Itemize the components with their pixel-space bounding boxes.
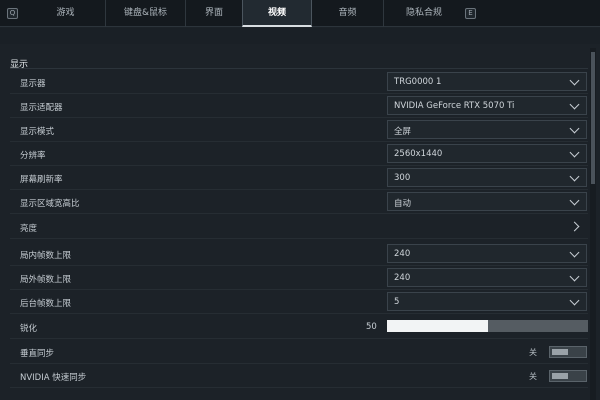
refresh-rate-dropdown[interactable]: 300 [387,168,587,187]
fps-in-match-dropdown[interactable]: 240 [387,244,587,263]
aspect-ratio-dropdown[interactable]: 自动 [387,192,587,211]
setting-row-nvidia-fast-sync: NVIDIA 快速同步 关 [10,364,588,388]
scrollbar[interactable] [590,48,596,400]
chevron-down-icon [569,123,580,134]
tab-game[interactable]: 游戏 [26,0,106,27]
chevron-right-icon[interactable] [569,221,580,232]
toggle-state: 关 [529,348,537,357]
setting-label: 锐化 [20,324,38,334]
setting-label: 显示器 [20,79,46,89]
vsync-toggle[interactable] [549,346,587,358]
resolution-dropdown[interactable]: 2560x1440 [387,144,587,163]
setting-label: NVIDIA 快速同步 [20,373,87,383]
setting-label: 显示模式 [20,127,55,137]
setting-row-vsync: 垂直同步 关 [10,340,588,364]
setting-label: 后台帧数上限 [20,299,72,309]
setting-row-sharpen: 锐化 50 [10,315,588,339]
nvidia-fast-sync-toggle[interactable] [549,370,587,382]
prev-tab-key-icon[interactable]: Q [7,8,18,19]
chevron-down-icon [569,147,580,158]
fps-out-match-dropdown[interactable]: 240 [387,268,587,287]
sub-bar [0,28,600,44]
dropdown-value: 240 [394,273,411,283]
toggle-state: 关 [529,372,537,381]
setting-row-monitor: 显示器 TRG0000 1 [10,70,588,94]
sharpen-value: 50 [366,322,377,332]
setting-label: 屏幕刷新率 [20,175,63,185]
setting-label: 亮度 [20,224,38,234]
setting-label: 局外帧数上限 [20,275,72,285]
section-divider [10,68,588,69]
tab-audio[interactable]: 音频 [312,0,384,27]
dropdown-value: NVIDIA GeForce RTX 5070 Ti [394,101,515,111]
slider-fill [387,320,488,332]
setting-label: 垂直同步 [20,349,55,359]
setting-label: 显示区域宽高比 [20,199,80,209]
setting-row-display-mode: 显示模式 全屏 [10,118,588,142]
adapter-dropdown[interactable]: NVIDIA GeForce RTX 5070 Ti [387,96,587,115]
toggle-knob [552,373,568,379]
setting-row-aspect-ratio: 显示区域宽高比 自动 [10,190,588,214]
setting-row-refresh-rate: 屏幕刷新率 300 [10,166,588,190]
chevron-down-icon [569,295,580,306]
tab-keyboard-mouse[interactable]: 键盘&鼠标 [106,0,186,27]
scrollbar-thumb[interactable] [591,52,595,184]
monitor-dropdown[interactable]: TRG0000 1 [387,72,587,91]
fps-background-dropdown[interactable]: 5 [387,292,587,311]
setting-row-resolution: 分辨率 2560x1440 [10,142,588,166]
dropdown-value: 全屏 [394,127,412,137]
setting-row-fps-in-match: 局内帧数上限 240 [10,242,588,266]
setting-label: 分辨率 [20,151,46,161]
dropdown-value: 2560x1440 [394,149,443,159]
dropdown-value: 300 [394,173,411,183]
setting-label: 局内帧数上限 [20,251,72,261]
setting-row-fps-out-match: 局外帧数上限 240 [10,266,588,290]
setting-row-adapter: 显示适配器 NVIDIA GeForce RTX 5070 Ti [10,94,588,118]
setting-row-fps-background: 后台帧数上限 5 [10,290,588,314]
dropdown-value: 自动 [394,199,412,209]
chevron-down-icon [569,247,580,258]
chevron-down-icon [569,271,580,282]
setting-label: 显示适配器 [20,103,63,113]
chevron-down-icon [569,171,580,182]
display-mode-dropdown[interactable]: 全屏 [387,120,587,139]
dropdown-value: 5 [394,297,400,307]
tab-privacy-compliance[interactable]: 隐私合规 [384,0,464,27]
chevron-down-icon [569,195,580,206]
dropdown-value: TRG0000 1 [394,77,442,87]
next-tab-key-icon[interactable]: E [465,8,476,19]
chevron-down-icon [569,75,580,86]
setting-row-brightness[interactable]: 亮度 [10,215,588,239]
top-tab-bar: Q 游戏 键盘&鼠标 界面 视频 音频 隐私合规 E [0,0,600,27]
dropdown-value: 240 [394,249,411,259]
chevron-down-icon [569,99,580,110]
tab-interface[interactable]: 界面 [186,0,242,27]
tab-video[interactable]: 视频 [242,0,312,27]
sharpen-slider[interactable] [387,320,588,332]
toggle-knob [552,349,568,355]
